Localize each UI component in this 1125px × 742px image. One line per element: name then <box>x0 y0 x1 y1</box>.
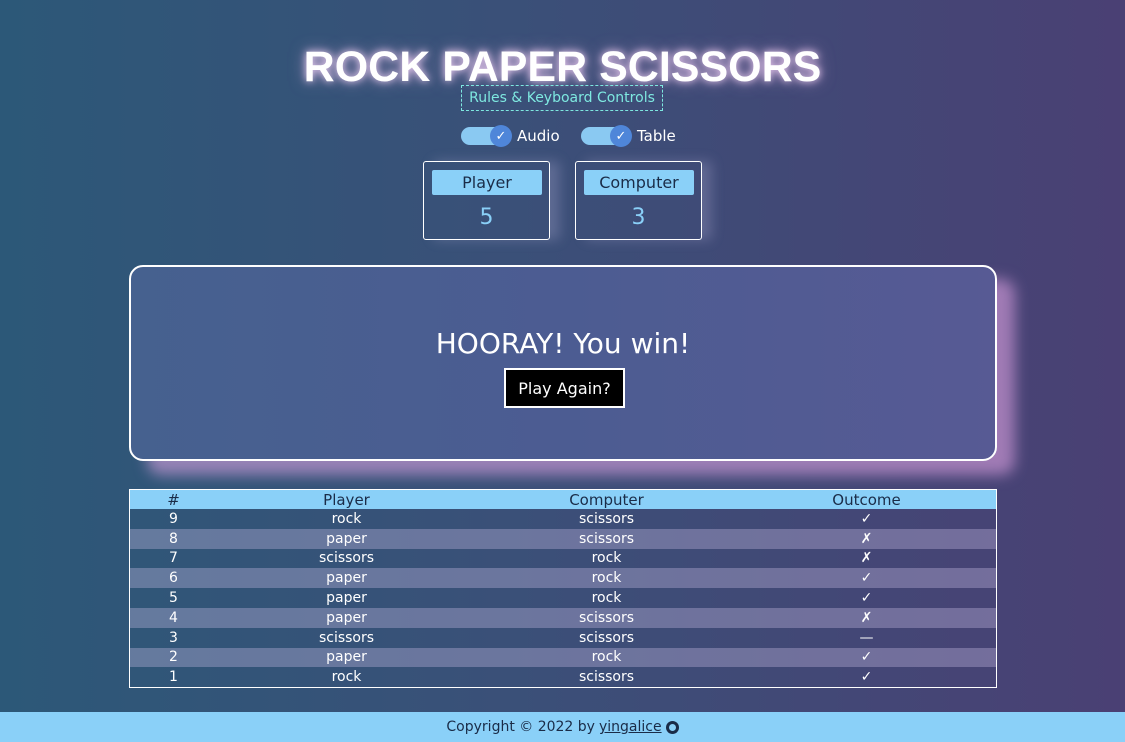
row-computer-choice: rock <box>476 568 737 589</box>
row-outcome: — <box>859 629 874 646</box>
computer-score-value: 3 <box>631 205 646 230</box>
row-computer-choice: scissors <box>476 607 737 628</box>
row-computer-choice: rock <box>591 590 622 607</box>
audio-toggle-track[interactable]: ✓ <box>461 125 512 147</box>
header-computer: Computer <box>476 490 737 509</box>
player-score-value: 5 <box>479 205 494 230</box>
row-computer-choice: scissors <box>476 528 737 549</box>
result-message: HOORAY! You win! <box>435 327 691 360</box>
audio-toggle-label: Audio <box>517 127 560 145</box>
row-player-choice: paper <box>326 590 367 607</box>
table-row: 7 scissors rock ✗ <box>130 549 996 569</box>
row-number: 4 <box>130 607 217 628</box>
table-row: 6 paper rock ✓ <box>130 568 996 589</box>
table-row: 9 rock scissors ✓ <box>130 509 996 529</box>
row-computer-choice: rock <box>476 647 737 668</box>
row-number: 6 <box>130 568 217 589</box>
row-computer-choice: rock <box>591 550 622 567</box>
row-number: 7 <box>169 550 178 567</box>
player-score-card: Player 5 <box>423 161 550 240</box>
row-player-choice: paper <box>217 647 476 668</box>
row-outcome: ✗ <box>737 607 996 628</box>
row-number: 8 <box>130 528 217 549</box>
row-outcome: ✓ <box>737 647 996 668</box>
result-panel: HOORAY! You win! Play Again? <box>129 265 997 461</box>
row-number: 3 <box>169 629 178 646</box>
row-computer-choice: scissors <box>578 510 635 527</box>
row-number: 2 <box>130 647 217 668</box>
table-toggle-label: Table <box>637 127 676 145</box>
table-header-row: # Player Computer Outcome <box>130 490 996 509</box>
audio-toggle[interactable]: ✓ Audio <box>461 125 560 147</box>
row-computer-choice: scissors <box>578 629 635 646</box>
row-outcome: ✓ <box>737 568 996 589</box>
table-toggle[interactable]: ✓ Table <box>581 125 676 147</box>
row-player-choice: rock <box>331 510 362 527</box>
header-player: Player <box>217 490 476 509</box>
row-number: 1 <box>169 669 178 686</box>
row-outcome: ✓ <box>860 669 873 686</box>
rules-controls-link[interactable]: Rules & Keyboard Controls <box>461 85 663 111</box>
row-number: 5 <box>169 590 178 607</box>
computer-score-label: Computer <box>584 170 694 195</box>
checkmark-icon: ✓ <box>490 125 512 147</box>
author-link[interactable]: yingalice <box>599 719 662 735</box>
checkmark-icon: ✓ <box>610 125 632 147</box>
history-table: # Player Computer Outcome 9 rock scissors ✓… <box>129 489 997 688</box>
copyright-text: Copyright © 2022 by <box>446 719 595 735</box>
row-player-choice: scissors <box>318 629 375 646</box>
row-outcome: ✗ <box>860 550 873 567</box>
table-row: 4 paper scissors ✗ <box>130 607 996 628</box>
table-row: 3 scissors scissors — <box>130 628 996 648</box>
header-outcome: Outcome <box>737 490 996 509</box>
row-computer-choice: scissors <box>578 669 635 686</box>
github-icon[interactable] <box>665 720 679 734</box>
table-row: 5 paper rock ✓ <box>130 588 996 608</box>
table-row: 1 rock scissors ✓ <box>130 667 996 687</box>
row-player-choice: paper <box>217 607 476 628</box>
footer: Copyright © 2022 by yingalice <box>0 712 1125 742</box>
table-row: 8 paper scissors ✗ <box>130 528 996 549</box>
row-outcome: ✗ <box>737 528 996 549</box>
row-player-choice: paper <box>217 568 476 589</box>
header-number: # <box>130 490 217 509</box>
computer-score-card: Computer 3 <box>575 161 702 240</box>
row-outcome: ✓ <box>860 510 873 527</box>
table-toggle-track[interactable]: ✓ <box>581 125 632 147</box>
player-score-label: Player <box>432 170 542 195</box>
row-player-choice: paper <box>217 528 476 549</box>
row-number: 9 <box>169 510 178 527</box>
play-again-button[interactable]: Play Again? <box>504 368 625 408</box>
row-player-choice: scissors <box>318 550 375 567</box>
row-outcome: ✓ <box>860 590 873 607</box>
row-player-choice: rock <box>331 669 362 686</box>
table-row: 2 paper rock ✓ <box>130 647 996 668</box>
